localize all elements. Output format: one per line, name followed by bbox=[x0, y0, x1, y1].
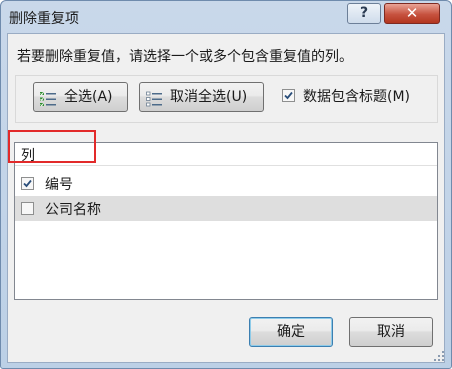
columns-list[interactable]: 列 编号 公司名称 bbox=[14, 142, 438, 300]
instruction-text: 若要删除重复值，请选择一个或多个包含重复值的列。 bbox=[17, 49, 353, 65]
ok-button[interactable]: 确定 bbox=[249, 317, 333, 347]
column-item-id-checkbox[interactable] bbox=[21, 177, 34, 190]
select-all-icon bbox=[40, 89, 56, 117]
close-button[interactable]: ✕ bbox=[384, 3, 440, 24]
column-item-id[interactable]: 编号 bbox=[15, 171, 437, 196]
column-item-company-checkbox[interactable] bbox=[21, 202, 34, 215]
unselect-all-label: 取消全选(U) bbox=[170, 89, 248, 105]
dialog-content: 若要删除重复值，请选择一个或多个包含重复值的列。 全选(A) 取消全选(U) 数… bbox=[7, 33, 445, 363]
title-bar[interactable]: 删除重复项 ? ✕ bbox=[1, 1, 451, 33]
select-all-button[interactable]: 全选(A) bbox=[33, 82, 128, 112]
checkmark-icon bbox=[23, 179, 32, 188]
column-item-company-label: 公司名称 bbox=[45, 202, 101, 218]
resize-grip-icon[interactable] bbox=[433, 350, 445, 362]
unselect-all-icon bbox=[146, 89, 162, 117]
help-button[interactable]: ? bbox=[347, 3, 381, 24]
unselect-all-button[interactable]: 取消全选(U) bbox=[139, 82, 264, 112]
dialog-title: 删除重复项 bbox=[9, 11, 79, 27]
select-all-label: 全选(A) bbox=[64, 89, 113, 105]
column-item-company[interactable]: 公司名称 bbox=[15, 196, 437, 221]
header-row-checkbox[interactable] bbox=[282, 89, 295, 102]
header-row-checkbox-label[interactable]: 数据包含标题(M) bbox=[303, 86, 410, 106]
remove-duplicates-dialog: 删除重复项 ? ✕ 若要删除重复值，请选择一个或多个包含重复值的列。 全选(A)… bbox=[0, 0, 452, 369]
highlight-annotation bbox=[8, 130, 96, 163]
checkmark-icon bbox=[284, 91, 293, 100]
column-item-id-label: 编号 bbox=[45, 177, 73, 193]
cancel-button[interactable]: 取消 bbox=[349, 317, 433, 347]
